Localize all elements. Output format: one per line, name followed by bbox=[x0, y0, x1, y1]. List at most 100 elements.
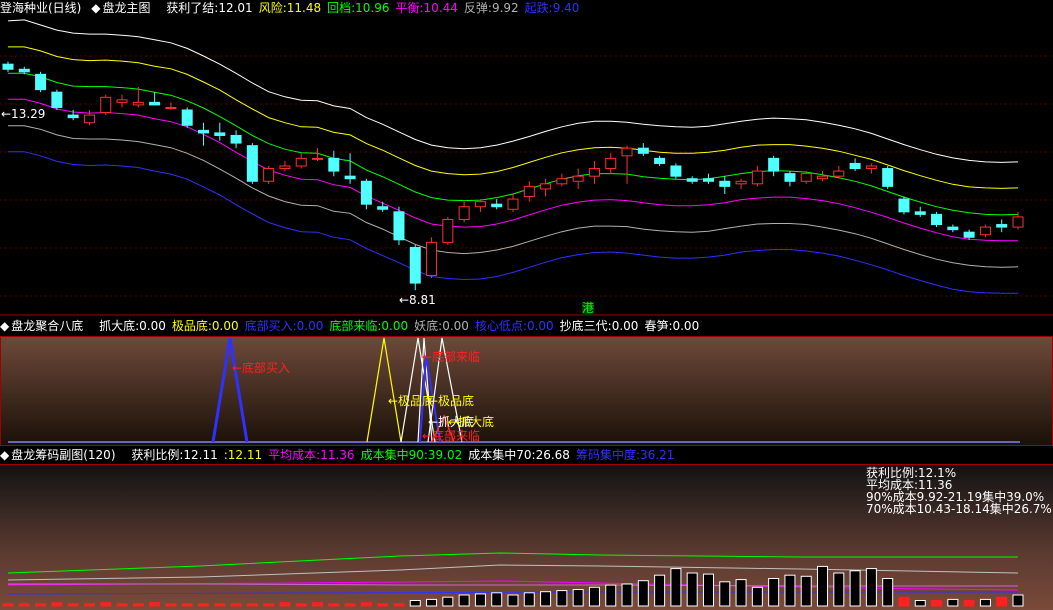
p3-field-label-2: 平均成本: bbox=[268, 448, 321, 462]
chip-bar bbox=[833, 572, 845, 607]
p3-field-value-3: 39.02 bbox=[427, 448, 463, 462]
chip-bar bbox=[507, 594, 519, 607]
chip-bar bbox=[898, 596, 910, 607]
chip-bar bbox=[230, 603, 242, 607]
p3-field-value-2: 11.36 bbox=[320, 448, 355, 462]
p2-field-value-6: 0.00 bbox=[611, 319, 639, 333]
high-price-label: ←13.29 bbox=[1, 107, 46, 121]
chip-bar bbox=[491, 592, 503, 607]
candle-body bbox=[328, 157, 340, 172]
p2-field-value-1: 0.00 bbox=[211, 319, 239, 333]
candle-body bbox=[491, 203, 503, 208]
chip-bar bbox=[279, 602, 291, 607]
candle-body bbox=[214, 132, 226, 136]
candle-body bbox=[165, 106, 177, 109]
candle-body bbox=[931, 213, 943, 226]
chip-bar bbox=[165, 603, 177, 607]
annotation-premium-bottom-2: ←极品底 bbox=[428, 394, 475, 408]
panel3-indicator-name[interactable]: ◆ 盘龙筹码副图(120) bbox=[0, 448, 122, 462]
band-line bbox=[8, 72, 1019, 216]
candle-body bbox=[295, 157, 307, 167]
chip-bar bbox=[214, 603, 226, 607]
candle-body bbox=[474, 201, 486, 208]
p2-field-label-3: 底部来临: bbox=[329, 319, 382, 333]
chip-bar bbox=[963, 600, 975, 607]
chip-bar bbox=[83, 603, 95, 607]
candle-body bbox=[442, 218, 454, 243]
p2-field-label-7: 春笋: bbox=[644, 319, 673, 333]
main-indicator-values: 获利了结:12.01 风险:11.48 回档:10.96 平衡:10.44 反弹:9.9… bbox=[166, 1, 585, 15]
chip-bar bbox=[67, 603, 79, 607]
p2-field-label-0: 抓大底: bbox=[99, 319, 140, 333]
chip-bar bbox=[328, 603, 340, 607]
panel2-indicator-values: 抓大底:0.00 极品底:0.00 底部买入:0.00 底部来临:0.00 妖底:0.0… bbox=[99, 319, 705, 333]
candle-body bbox=[409, 246, 421, 284]
panel2-indicator-name[interactable]: ◆ 盘龙聚合八底 bbox=[0, 319, 89, 333]
chip-bar bbox=[670, 568, 682, 607]
candle-body bbox=[132, 101, 144, 106]
chip-bar bbox=[149, 602, 161, 607]
candle-body bbox=[35, 73, 47, 91]
chip-bar bbox=[882, 578, 894, 607]
candle-body bbox=[279, 165, 291, 170]
chip-bar bbox=[263, 603, 275, 607]
chip-bar bbox=[409, 600, 421, 607]
panel2-header: ◆ 盘龙聚合八底 抓大底:0.00 极品底:0.00 底部买入:0.00 底部来临:0.… bbox=[0, 318, 711, 334]
candle-body bbox=[621, 147, 633, 157]
chip-bar bbox=[996, 596, 1008, 607]
chip-bar bbox=[116, 603, 128, 607]
candle-body bbox=[51, 91, 63, 108]
p2-field-value-4: 0.00 bbox=[442, 319, 469, 333]
annotation-bottom-coming-2: ←底部来临 bbox=[422, 429, 481, 443]
chip-bar bbox=[719, 581, 731, 607]
chip-bar bbox=[654, 574, 666, 607]
annotation-bottom-coming: ←底部来临 bbox=[422, 350, 481, 364]
candle-body bbox=[83, 114, 95, 124]
candlestick-chart[interactable] bbox=[0, 16, 1053, 316]
main-field-value-3: 10.44 bbox=[423, 1, 458, 15]
candle-body bbox=[197, 129, 209, 134]
candle-body bbox=[751, 170, 763, 185]
p2-field-value-7: 0.00 bbox=[672, 319, 700, 333]
chip-bar bbox=[35, 603, 47, 607]
main-field-label-1: 风险: bbox=[258, 1, 287, 15]
chip-bar bbox=[442, 596, 454, 607]
annotation-grab-bottom-2: ←抓大底 bbox=[448, 415, 495, 429]
chip-bar bbox=[702, 573, 714, 607]
candle-body bbox=[996, 224, 1008, 228]
main-field-label-0: 获利了结: bbox=[166, 1, 219, 15]
hk-connect-label: 港 bbox=[582, 301, 595, 315]
stock-title[interactable]: 登海种业(日线) bbox=[0, 1, 81, 15]
candle-body bbox=[898, 198, 910, 213]
chip-bar bbox=[523, 592, 535, 607]
chip-bar bbox=[637, 580, 649, 607]
main-indicator-name[interactable]: ◆ 盘龙主图 bbox=[91, 1, 156, 15]
p3-field-value-1: 12.11 bbox=[227, 448, 263, 462]
chip-bar bbox=[1012, 594, 1024, 607]
candle-body bbox=[849, 162, 861, 170]
candle-body bbox=[507, 198, 519, 210]
candle-body bbox=[670, 165, 682, 177]
candle-body bbox=[116, 99, 128, 103]
candle-body bbox=[686, 178, 698, 182]
diamond-icon: ◆ bbox=[91, 1, 101, 15]
candle-body bbox=[947, 226, 959, 231]
chip-bar bbox=[931, 600, 943, 607]
p2-field-label-6: 抄底三代: bbox=[559, 319, 612, 333]
chip-bar bbox=[865, 568, 877, 607]
cost-70-line: 70%成本10.43-18.14集中26.7% bbox=[866, 502, 1052, 516]
candle-body bbox=[458, 206, 470, 220]
candle-body bbox=[393, 211, 405, 241]
candle-body bbox=[914, 211, 926, 215]
chip-bar bbox=[914, 600, 926, 607]
candle-body bbox=[719, 180, 731, 187]
chip-bar bbox=[51, 602, 63, 607]
main-field-label-4: 反弹: bbox=[463, 1, 492, 15]
main-field-label-5: 起跌: bbox=[524, 1, 553, 15]
chip-bar bbox=[458, 594, 470, 607]
bottom-signal-chart[interactable] bbox=[0, 336, 1053, 446]
chip-bar bbox=[605, 584, 617, 607]
chip-bar bbox=[393, 603, 405, 607]
candle-body bbox=[263, 168, 275, 182]
main-field-label-3: 平衡: bbox=[395, 1, 424, 15]
